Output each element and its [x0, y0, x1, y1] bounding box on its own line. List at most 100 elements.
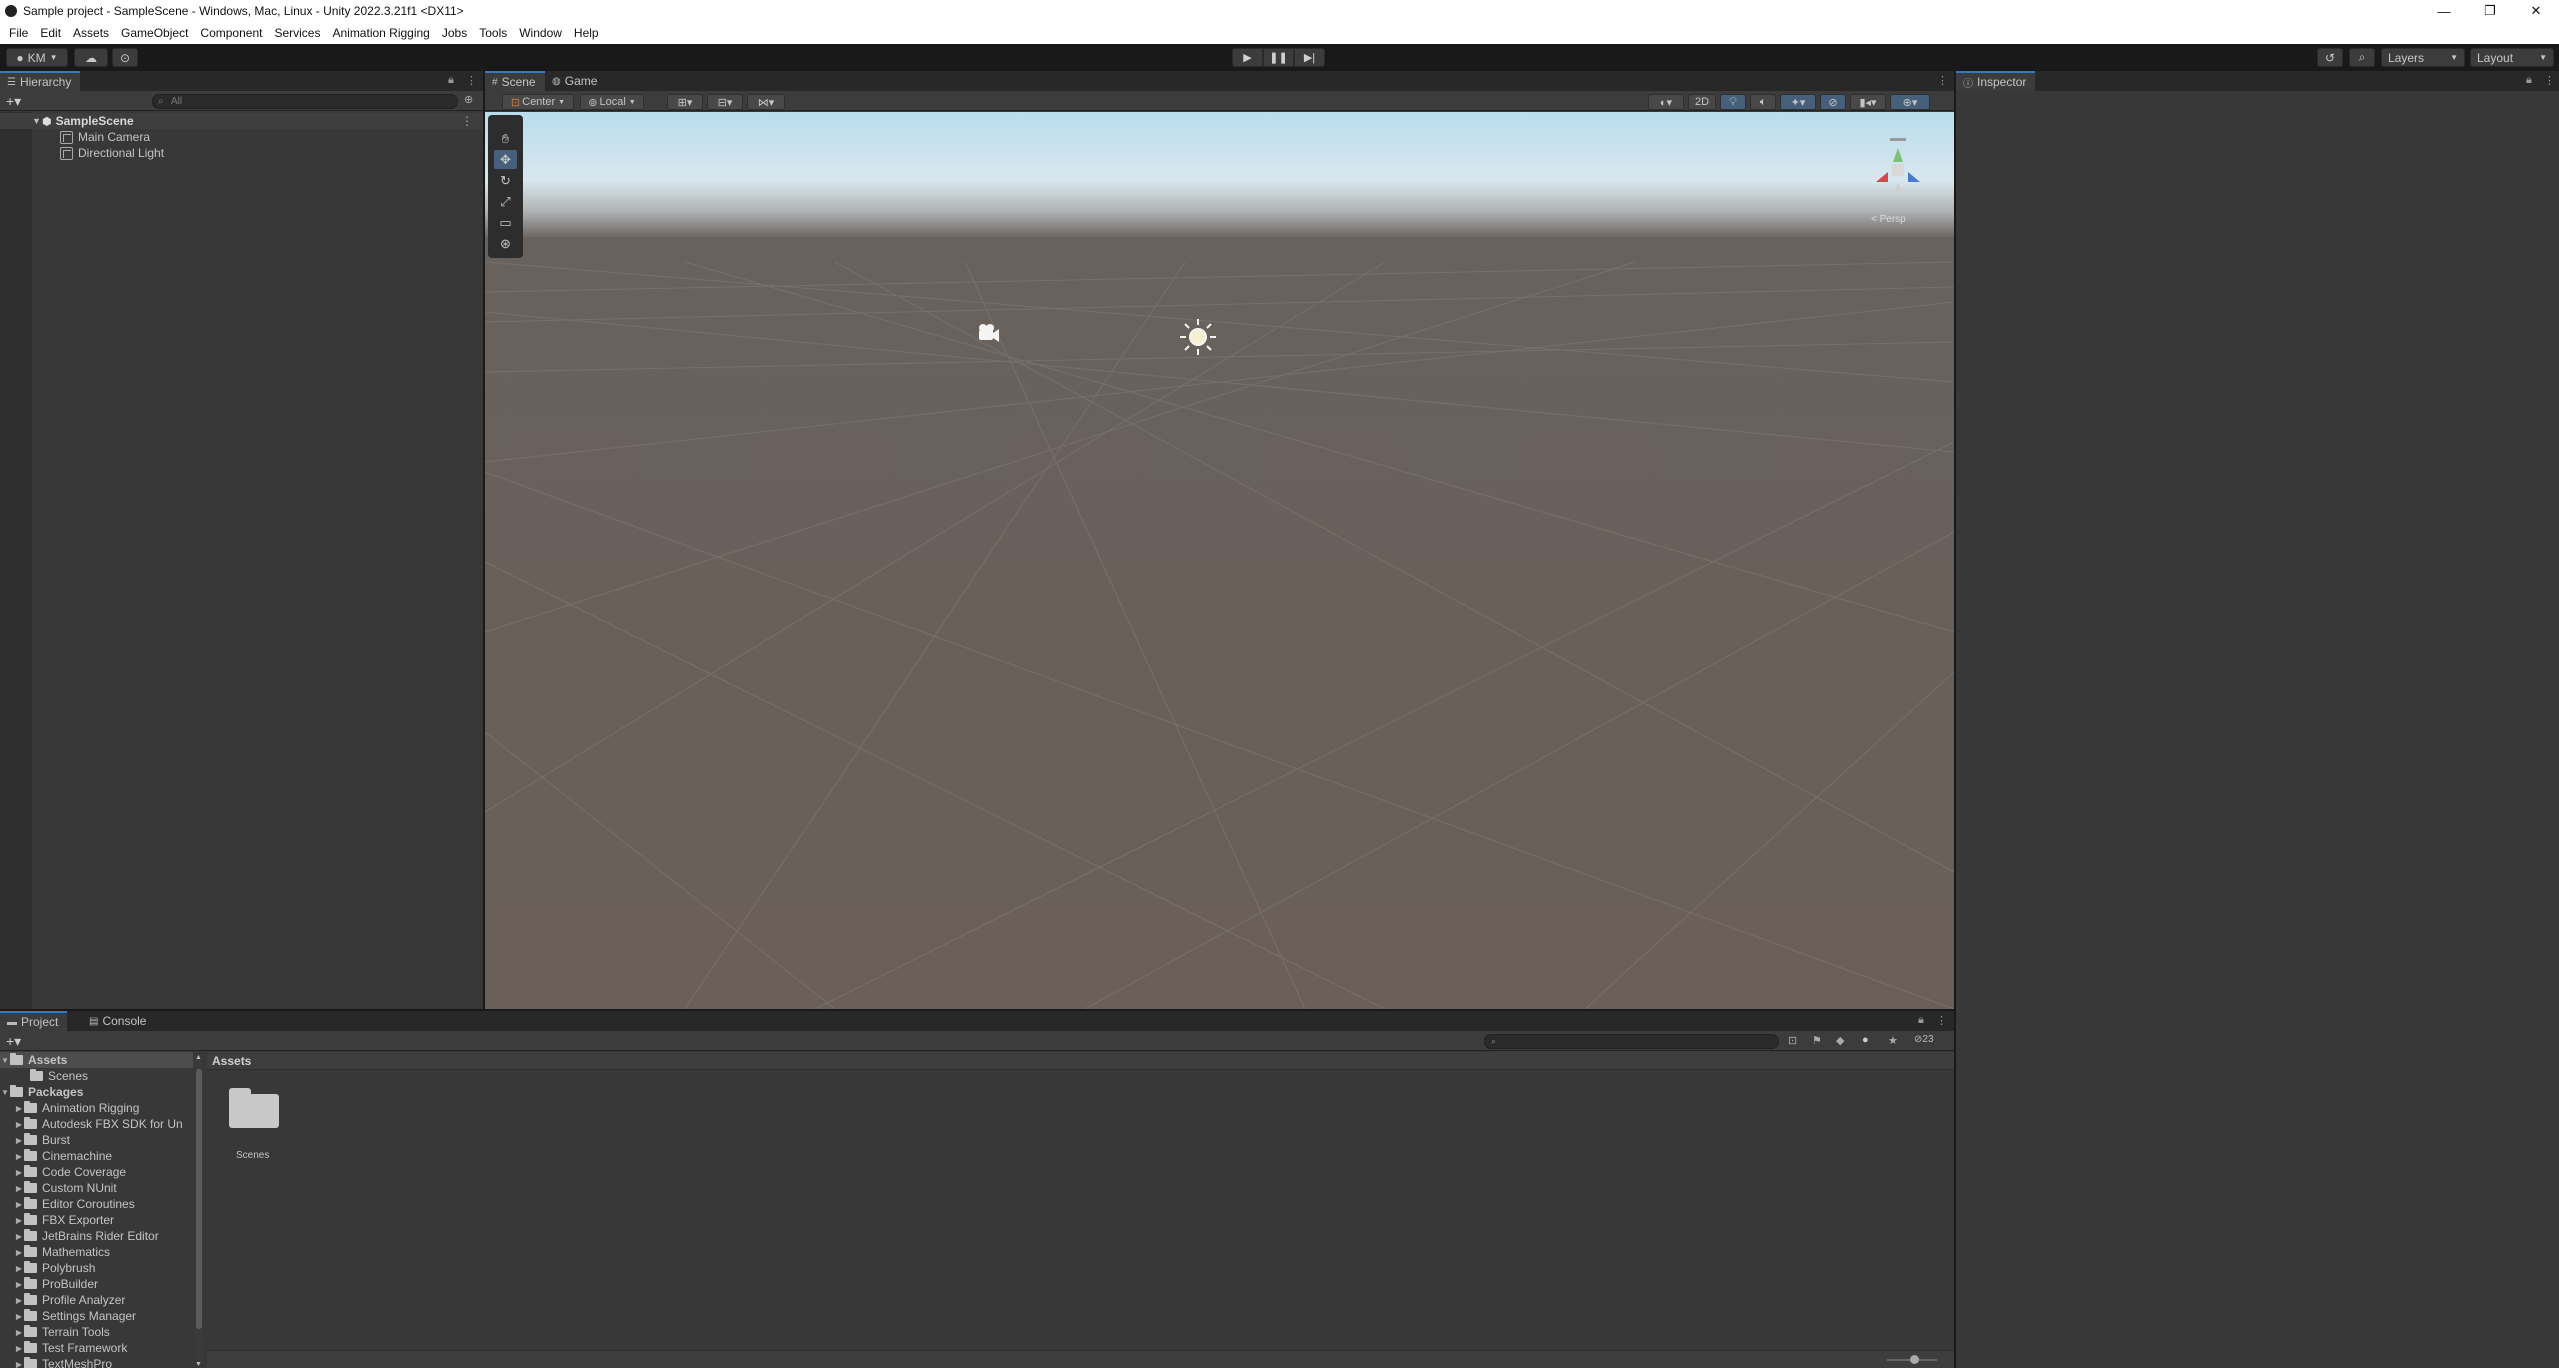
scroll-down-icon[interactable]: ▼ — [195, 1361, 202, 1368]
more-options-icon[interactable]: ⋮ — [466, 74, 477, 87]
tree-item-assets[interactable]: ▼ Assets — [0, 1052, 193, 1068]
scroll-up-icon[interactable]: ▲ — [195, 1054, 202, 1061]
asset-folder-item[interactable] — [229, 1088, 279, 1128]
hierarchy-scene-row[interactable]: ▼ ⬢ SampleScene ⋮ — [0, 113, 483, 129]
gizmos-toggle[interactable]: ⊕▾ — [1890, 94, 1930, 110]
light-gizmo[interactable] — [1180, 319, 1216, 355]
play-button[interactable]: ▶ — [1232, 48, 1263, 67]
snap-increment-button[interactable]: ⊟▾ — [707, 94, 743, 110]
tree-item[interactable]: ▶ FBX Exporter — [0, 1212, 193, 1228]
space-local-dropdown[interactable]: ⊚ Local ▼ — [580, 94, 644, 110]
tree-item[interactable]: ▶ JetBrains Rider Editor — [0, 1228, 193, 1244]
transform-tool-button[interactable]: ⊛ — [494, 234, 517, 253]
create-asset-button[interactable]: +▾ — [6, 1033, 21, 1050]
menu-file[interactable]: File — [3, 26, 34, 40]
menu-jobs[interactable]: Jobs — [436, 26, 473, 40]
expand-arrow-icon[interactable]: ▶ — [14, 1360, 24, 1368]
grid-snap-button[interactable]: ⊞▾ — [667, 94, 703, 110]
step-button[interactable]: ▶| — [1294, 48, 1325, 67]
tree-item[interactable]: ▶ Mathematics — [0, 1244, 193, 1260]
scene-visibility-toggle[interactable]: ⊘ — [1820, 94, 1846, 110]
hidden-packages-toggle[interactable]: ⊘23 — [1914, 1034, 1934, 1045]
hand-tool-button[interactable]: ✋︎ — [494, 129, 517, 148]
expand-arrow-icon[interactable]: ▶ — [14, 1104, 24, 1113]
expand-arrow-icon[interactable]: ▶ — [14, 1136, 24, 1145]
project-search-input[interactable]: ⌕ — [1484, 1034, 1779, 1049]
tree-item[interactable]: ▶ Settings Manager — [0, 1308, 193, 1324]
menu-gameobject[interactable]: GameObject — [115, 26, 194, 40]
tree-scrollbar[interactable]: ▲ ▼ — [195, 1054, 203, 1368]
rect-tool-button[interactable]: ▭ — [494, 213, 517, 232]
tab-game[interactable]: ◍ Game — [545, 71, 606, 91]
more-options-icon[interactable]: ⋮ — [2544, 74, 2555, 87]
menu-component[interactable]: Component — [194, 26, 268, 40]
expand-arrow-icon[interactable]: ▼ — [32, 116, 42, 126]
camera-settings-button[interactable]: ▮◂▾ — [1850, 94, 1886, 110]
search-button[interactable]: ⌕ — [2349, 48, 2375, 67]
account-dropdown[interactable]: ● KM ▼ — [6, 48, 68, 67]
pivot-center-dropdown[interactable]: ⊡ Center ▼ — [502, 94, 574, 110]
more-options-icon[interactable]: ⋮ — [461, 114, 473, 128]
cloud-button[interactable]: ☁ — [74, 48, 108, 67]
expand-arrow-icon[interactable]: ▶ — [14, 1200, 24, 1209]
tree-item[interactable]: ▶ Terrain Tools — [0, 1324, 193, 1340]
expand-arrow-icon[interactable]: ▶ — [14, 1184, 24, 1193]
undo-history-button[interactable]: ↺ — [2317, 48, 2343, 67]
expand-arrow-icon[interactable]: ▼ — [0, 1088, 10, 1097]
menu-help[interactable]: Help — [568, 26, 605, 40]
tab-hierarchy[interactable]: ☰ Hierarchy — [0, 71, 81, 91]
hierarchy-item[interactable]: Directional Light — [0, 145, 483, 161]
tree-item[interactable]: ▶ Animation Rigging — [0, 1100, 193, 1116]
scene-visibility-icon[interactable]: ⊕ — [464, 93, 473, 106]
menu-animation-rigging[interactable]: Animation Rigging — [326, 26, 435, 40]
tree-item[interactable]: ▶ Custom NUnit — [0, 1180, 193, 1196]
restore-button[interactable]: ❐ — [2467, 0, 2513, 22]
rotate-tool-button[interactable]: ↻ — [494, 171, 517, 190]
minimize-button[interactable]: — — [2421, 0, 2467, 22]
expand-arrow-icon[interactable]: ▶ — [14, 1264, 24, 1273]
expand-arrow-icon[interactable]: ▶ — [14, 1280, 24, 1289]
audio-toggle[interactable]: 🔈︎ — [1750, 94, 1776, 110]
toggle-2d-button[interactable]: 2D — [1688, 94, 1716, 110]
expand-arrow-icon[interactable]: ▶ — [14, 1152, 24, 1161]
lock-icon[interactable]: 🔒︎ — [2526, 74, 2532, 87]
perspective-label[interactable]: < Persp — [1871, 214, 1906, 225]
breadcrumb-assets[interactable]: Assets — [212, 1054, 251, 1068]
search-by-type-icon[interactable]: ⊡ — [1788, 1034, 1797, 1047]
tree-item-packages[interactable]: ▼ Packages — [0, 1084, 193, 1100]
menu-assets[interactable]: Assets — [67, 26, 115, 40]
effects-toggle[interactable]: ✦▾ — [1780, 94, 1816, 110]
tab-scene[interactable]: # Scene — [485, 71, 545, 91]
hierarchy-item[interactable]: Main Camera — [0, 129, 483, 145]
tree-item[interactable]: ▶ Profile Analyzer — [0, 1292, 193, 1308]
more-options-icon[interactable]: ⋮ — [1936, 1014, 1947, 1027]
tree-item[interactable]: ▶ Polybrush — [0, 1260, 193, 1276]
layers-dropdown[interactable]: Layers ▼ — [2381, 48, 2465, 67]
lock-icon[interactable]: 🔒︎ — [1918, 1014, 1924, 1027]
tree-item[interactable]: ▶ ProBuilder — [0, 1276, 193, 1292]
hierarchy-search-input[interactable]: ⌕ All — [152, 94, 458, 109]
scene-viewport[interactable]: < Persp ✋︎ ✥ ↻ ⤢ ▭ ⊛ — [485, 112, 1954, 1009]
icon-size-slider-thumb[interactable] — [1910, 1355, 1919, 1364]
tree-item[interactable]: ▶ Test Framework — [0, 1340, 193, 1356]
tag-icon[interactable]: ◆ — [1836, 1034, 1844, 1047]
layout-dropdown[interactable]: Layout ▼ — [2470, 48, 2554, 67]
expand-arrow-icon[interactable]: ▶ — [14, 1248, 24, 1257]
collab-button[interactable]: ⊙ — [112, 48, 138, 67]
expand-arrow-icon[interactable]: ▶ — [14, 1296, 24, 1305]
favorite-star-icon[interactable]: ★ — [1888, 1034, 1898, 1047]
tree-item[interactable]: ▶ Editor Coroutines — [0, 1196, 193, 1212]
expand-arrow-icon[interactable]: ▶ — [14, 1344, 24, 1353]
scrollbar-thumb[interactable] — [196, 1069, 202, 1329]
tree-item[interactable]: ▶ Code Coverage — [0, 1164, 193, 1180]
tab-project[interactable]: ▬ Project — [0, 1011, 68, 1031]
move-tool-button[interactable]: ✥ — [494, 150, 517, 169]
incremental-snap-button[interactable]: ⋈▾ — [747, 94, 785, 110]
expand-arrow-icon[interactable]: ▶ — [14, 1312, 24, 1321]
expand-arrow-icon[interactable]: ▶ — [14, 1120, 24, 1129]
draw-mode-dropdown[interactable]: ◐▾ — [1648, 94, 1684, 110]
expand-arrow-icon[interactable]: ▶ — [14, 1168, 24, 1177]
tree-item[interactable]: ▶ TextMeshPro — [0, 1356, 193, 1368]
tree-item[interactable]: ▶ Burst — [0, 1132, 193, 1148]
expand-arrow-icon[interactable]: ▶ — [14, 1216, 24, 1225]
